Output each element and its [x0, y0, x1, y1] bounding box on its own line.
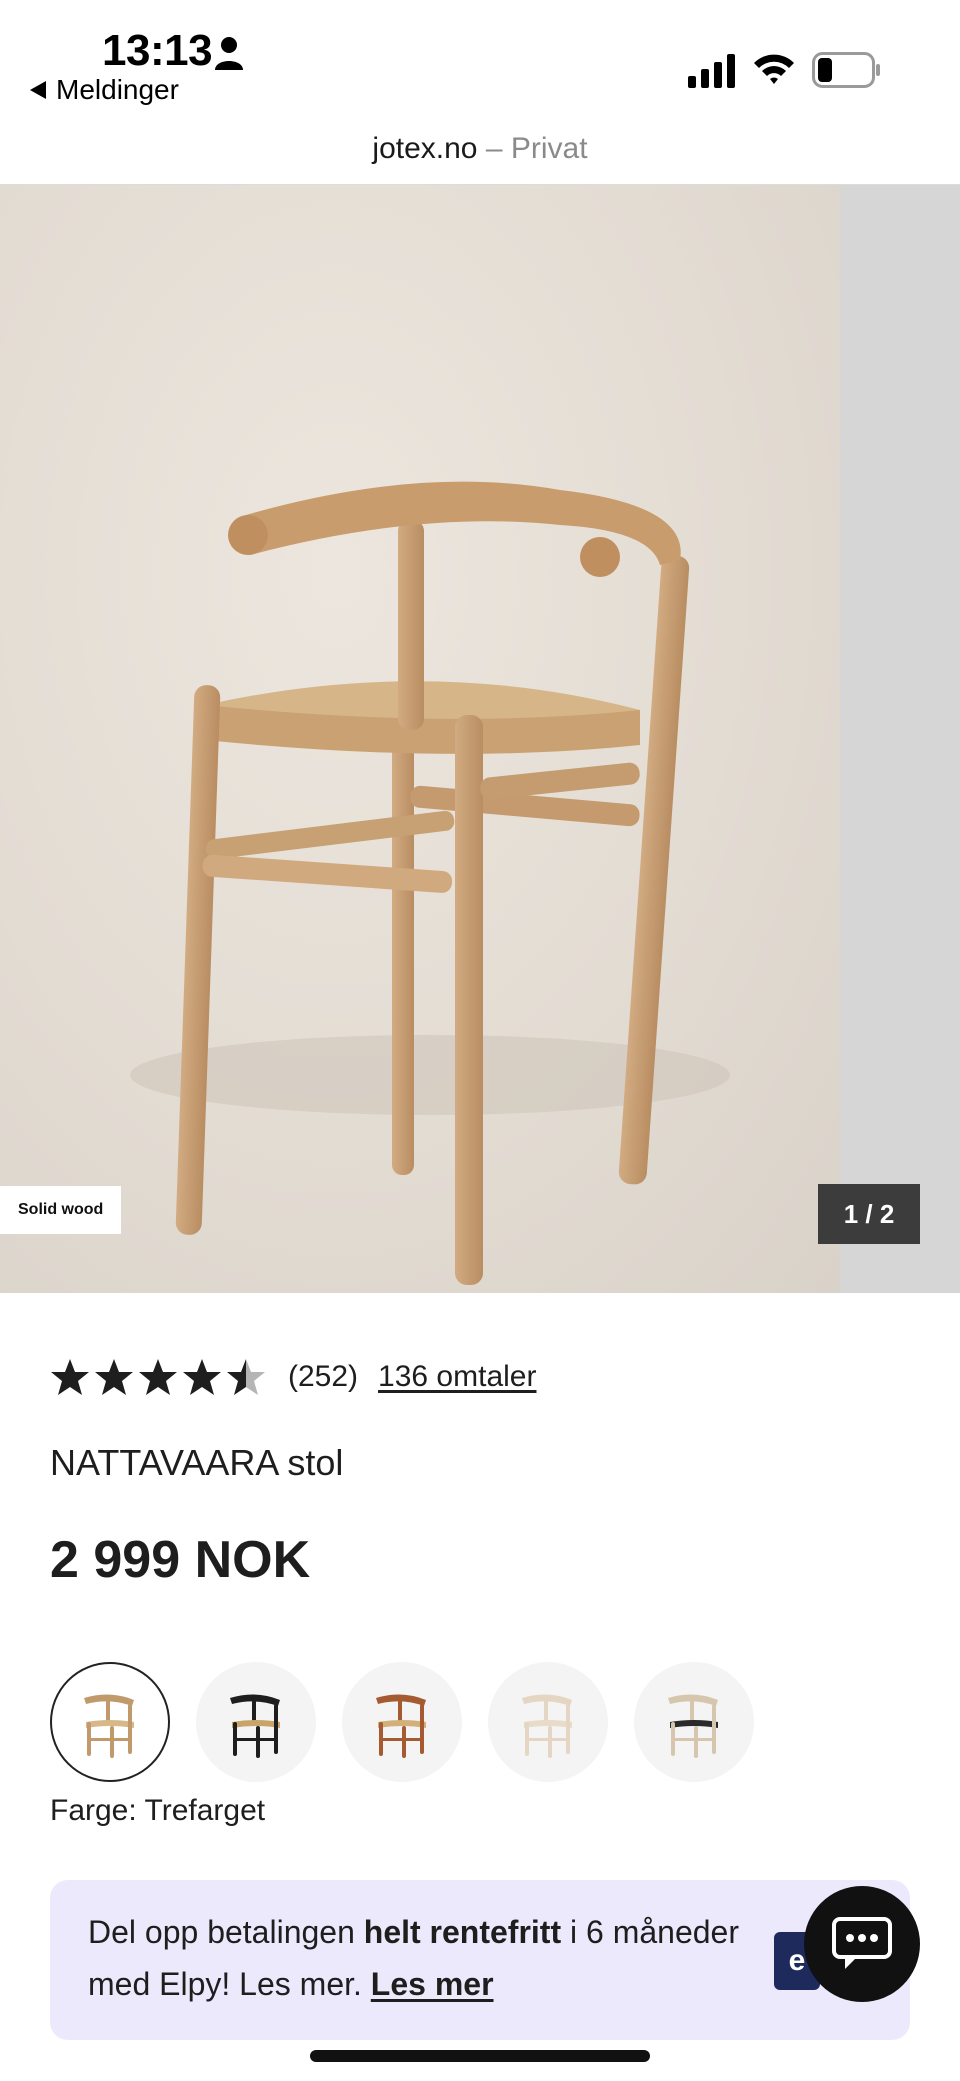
battery-icon	[812, 52, 880, 88]
financing-read-more-link[interactable]: Les mer	[371, 1966, 494, 2002]
rating-count: (252)	[288, 1360, 359, 1393]
chair-thumbnail-icon	[84, 1694, 134, 1758]
selected-color-label: Farge: Trefarget	[50, 1794, 266, 1827]
chair-thumbnail-icon	[522, 1694, 572, 1758]
color-swatch-white-black-seat[interactable]	[634, 1662, 754, 1782]
status-bar: 13:13 Meldinger	[0, 0, 960, 120]
chair-thumbnail-icon	[230, 1694, 280, 1758]
back-to-messages-link[interactable]: Meldinger	[30, 74, 179, 106]
wifi-icon	[754, 54, 794, 84]
person-icon	[215, 37, 243, 70]
financing-text: Del opp betalingen helt rentefritt i 6 m…	[88, 1906, 768, 2010]
color-swatch-natural-oak[interactable]	[50, 1662, 170, 1782]
financing-text-start: Del opp betalingen	[88, 1914, 364, 1950]
product-title: NATTAVAARA stol	[50, 1442, 344, 1483]
chair-thumbnail-icon	[376, 1694, 426, 1758]
back-arrow-icon	[30, 81, 46, 99]
financing-text-bold: helt rentefritt	[363, 1914, 562, 1950]
rating-row: (252) 136 omtaler	[50, 1354, 536, 1400]
star-full-icon	[51, 1359, 89, 1395]
product-price: 2 999 NOK	[50, 1531, 311, 1589]
private-mode-label: Privat	[510, 132, 588, 165]
star-full-icon	[139, 1359, 177, 1395]
star-rating	[50, 1357, 266, 1397]
reviews-link[interactable]: 136 omtaler	[378, 1360, 536, 1394]
color-swatch-white-wash[interactable]	[488, 1662, 608, 1782]
financing-banner: Del opp betalingen helt rentefritt i 6 m…	[50, 1880, 910, 2040]
home-indicator[interactable]	[310, 2050, 650, 2062]
color-swatch-cherry[interactable]	[342, 1662, 462, 1782]
back-label: Meldinger	[56, 74, 179, 105]
solid-wood-badge: Solid wood	[0, 1186, 122, 1234]
star-full-icon	[183, 1359, 221, 1395]
chair-illustration	[130, 481, 730, 1285]
chat-button[interactable]	[804, 1886, 920, 2002]
chat-bubble-icon	[832, 1917, 892, 1969]
chair-thumbnail-icon	[668, 1694, 718, 1758]
star-full-icon	[95, 1359, 133, 1395]
product-image-gallery[interactable]: Solid wood 1 / 2	[0, 185, 960, 1293]
color-variant-list	[50, 1662, 754, 1782]
star-half-icon	[227, 1359, 265, 1395]
site-domain: jotex.no	[372, 132, 478, 165]
clock: 13:13	[102, 26, 213, 75]
url-separator: –	[485, 132, 503, 165]
url-bar[interactable]: jotex.no – Privat	[0, 120, 960, 185]
image-counter: 1 / 2	[818, 1184, 920, 1244]
cellular-signal-icon	[688, 54, 735, 88]
color-swatch-black[interactable]	[196, 1662, 316, 1782]
